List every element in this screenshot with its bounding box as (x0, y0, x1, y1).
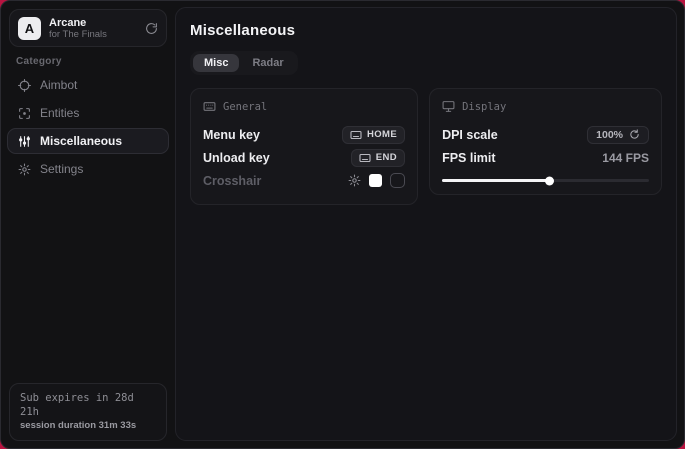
sidebar-nav: Aimbot Entities Miscellaneous (7, 72, 169, 184)
sidebar-item-label: Settings (40, 162, 83, 176)
sidebar-item-label: Entities (40, 106, 79, 120)
fps-limit-slider[interactable] (442, 179, 649, 182)
app-logo: A (18, 17, 41, 40)
fps-limit-value: 144 FPS (602, 151, 649, 165)
app-subtitle: for The Finals (49, 29, 137, 40)
monitor-icon (442, 100, 455, 113)
sliders-icon (18, 135, 31, 148)
crosshair-checkbox[interactable] (390, 173, 405, 188)
sidebar-item-settings[interactable]: Settings (7, 156, 169, 182)
sidebar-item-label: Aimbot (40, 78, 77, 92)
sidebar-item-entities[interactable]: Entities (7, 100, 169, 126)
menu-key-value: HOME (367, 129, 397, 140)
display-panel: Display DPI scale 100% FPS limit (429, 88, 662, 195)
keyboard-icon (203, 100, 216, 113)
session-duration-text: session duration 31m 33s (20, 419, 156, 432)
gear-icon (18, 163, 31, 176)
sync-icon[interactable] (145, 22, 158, 35)
brand-text: Arcane for The Finals (49, 17, 137, 40)
scan-icon (18, 107, 31, 120)
main-panel: Miscellaneous Misc Radar General Menu ke… (175, 7, 677, 441)
crosshair-color-swatch[interactable] (369, 174, 382, 187)
gear-icon[interactable] (348, 174, 361, 187)
sidebar-item-miscellaneous[interactable]: Miscellaneous (7, 128, 169, 154)
menu-key-label: Menu key (203, 128, 260, 142)
sidebar-item-label: Miscellaneous (40, 134, 122, 148)
keyboard-icon (359, 152, 371, 164)
crosshair-controls (348, 173, 405, 188)
keyboard-icon (350, 129, 362, 141)
unload-key-label: Unload key (203, 151, 270, 165)
menu-key-bind-button[interactable]: HOME (342, 126, 405, 144)
subscription-status-card: Sub expires in 28d 21h session duration … (9, 383, 167, 441)
menu-key-row: Menu key HOME (203, 123, 405, 146)
app-logo-letter: A (25, 21, 34, 36)
crosshair-icon (18, 79, 31, 92)
dpi-scale-button[interactable]: 100% (587, 126, 649, 144)
sub-expiry-text: Sub expires in 28d 21h (20, 391, 156, 419)
display-panel-title: Display (462, 101, 506, 113)
sidebar: A Arcane for The Finals Category Aim (1, 1, 175, 448)
tab-radar[interactable]: Radar (241, 54, 294, 72)
unload-key-value: END (376, 152, 397, 163)
unload-key-bind-button[interactable]: END (351, 149, 405, 167)
brand-card: A Arcane for The Finals (9, 9, 167, 47)
display-panel-header: Display (442, 100, 649, 113)
page-title: Miscellaneous (190, 22, 662, 39)
crosshair-row: Crosshair (203, 169, 405, 192)
general-panel: General Menu key HOME Unload key (190, 88, 418, 205)
unload-key-row: Unload key END (203, 146, 405, 169)
app-window: A Arcane for The Finals Category Aim (0, 0, 685, 449)
general-panel-header: General (203, 100, 405, 113)
cycle-icon (629, 129, 640, 140)
general-panel-title: General (223, 101, 267, 113)
dpi-scale-label: DPI scale (442, 128, 498, 142)
crosshair-label: Crosshair (203, 174, 261, 188)
fps-limit-row: FPS limit 144 FPS (442, 146, 649, 169)
dpi-scale-value: 100% (596, 129, 623, 141)
tab-bar: Misc Radar (190, 51, 298, 75)
sidebar-item-aimbot[interactable]: Aimbot (7, 72, 169, 98)
dpi-scale-row: DPI scale 100% (442, 123, 649, 146)
app-title: Arcane (49, 17, 137, 29)
category-label: Category (16, 56, 62, 67)
fps-slider-fill (442, 179, 550, 182)
cards-row: General Menu key HOME Unload key (190, 88, 662, 205)
tab-misc[interactable]: Misc (193, 54, 239, 72)
fps-limit-label: FPS limit (442, 151, 495, 165)
fps-slider-thumb[interactable] (545, 176, 554, 185)
